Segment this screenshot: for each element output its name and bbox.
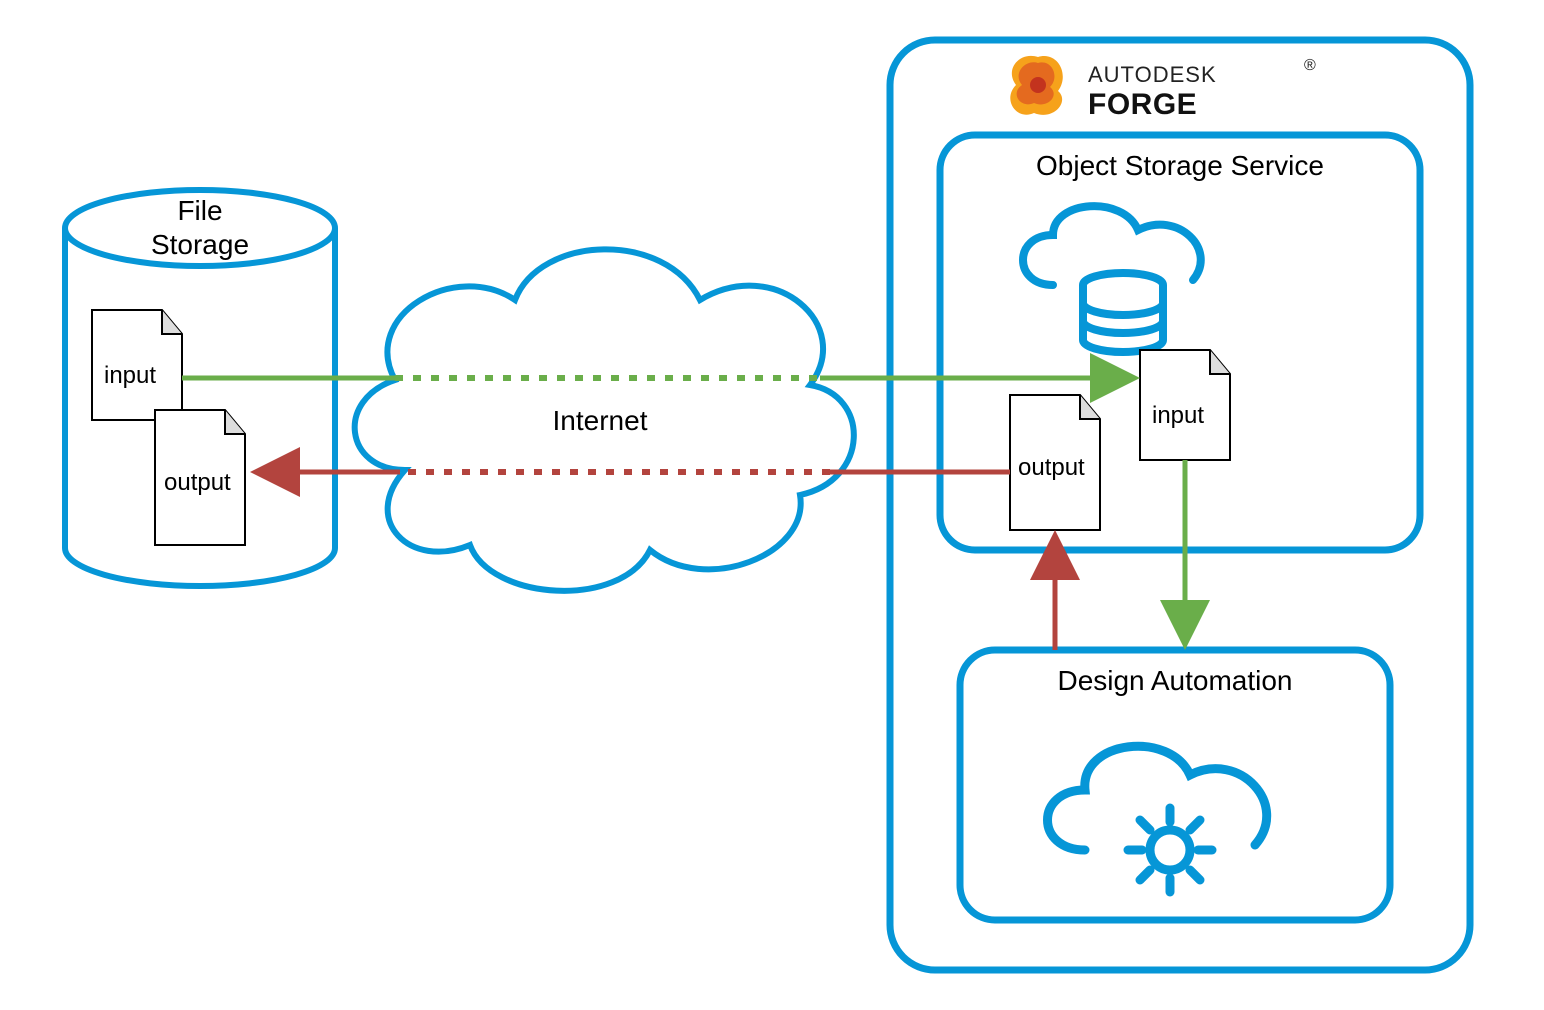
oss-input-label: input bbox=[1152, 402, 1204, 429]
oss-label: Object Storage Service bbox=[1036, 150, 1324, 181]
forge-logo-icon bbox=[1010, 56, 1062, 115]
forge-container: AUTODESK ® FORGE Object Storage Service … bbox=[890, 40, 1470, 970]
oss-output-file-icon: output bbox=[1010, 395, 1100, 530]
design-automation-box: Design Automation bbox=[960, 650, 1390, 920]
forge-brand-line2: FORGE bbox=[1088, 88, 1197, 121]
file-storage-node: File Storage input output bbox=[65, 190, 335, 586]
file-storage-input-label: input bbox=[104, 362, 156, 389]
internet-cloud-icon: Internet bbox=[355, 249, 854, 590]
file-storage-label-2: Storage bbox=[151, 229, 249, 260]
design-automation-label: Design Automation bbox=[1057, 665, 1292, 696]
cloud-database-icon bbox=[1023, 206, 1201, 352]
registered-mark: ® bbox=[1304, 57, 1316, 74]
file-storage-output-label: output bbox=[164, 469, 231, 496]
forge-brand-line1: AUTODESK bbox=[1088, 62, 1217, 87]
file-storage-label-1: File bbox=[177, 195, 222, 226]
architecture-diagram: File Storage input output Internet AUTOD… bbox=[0, 0, 1544, 1010]
oss-box: Object Storage Service input output bbox=[940, 135, 1420, 550]
file-storage-input-file-icon: input bbox=[92, 310, 182, 420]
oss-output-label: output bbox=[1018, 454, 1085, 481]
internet-label: Internet bbox=[553, 405, 648, 436]
cloud-gear-icon bbox=[1048, 746, 1267, 892]
oss-input-file-icon: input bbox=[1140, 350, 1230, 460]
file-storage-output-file-icon: output bbox=[155, 410, 245, 545]
